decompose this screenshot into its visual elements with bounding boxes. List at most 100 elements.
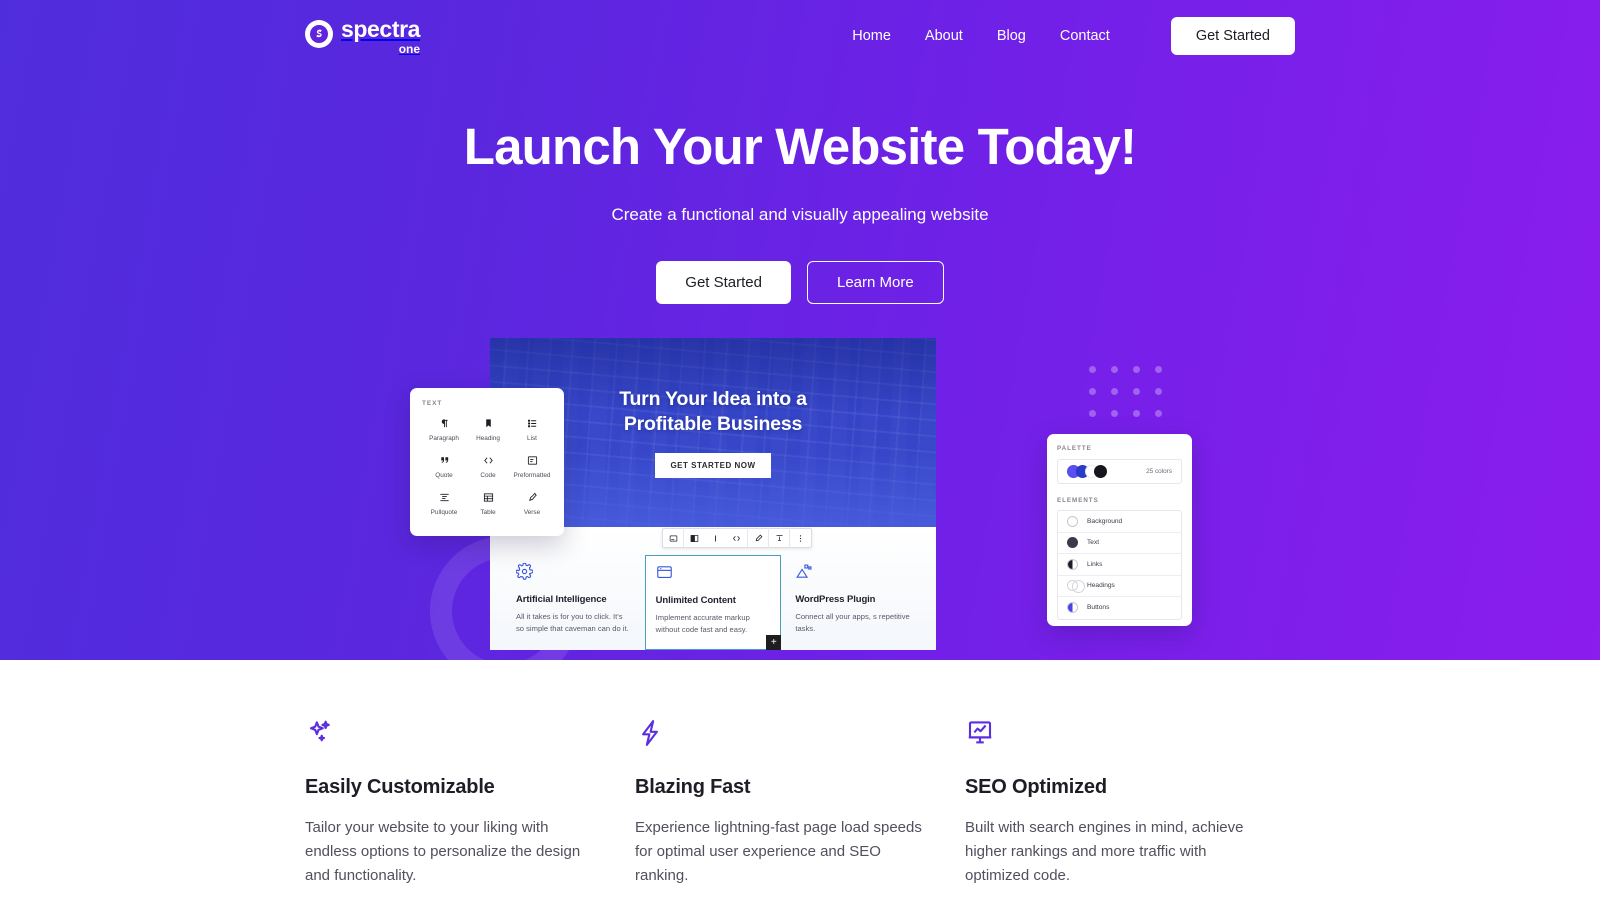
mock-card-text: Implement accurate markup without code f…	[655, 613, 750, 635]
bold-icon[interactable]	[705, 528, 726, 548]
element-row-links[interactable]: Links	[1058, 554, 1181, 576]
palette-heading: PALETTE	[1057, 445, 1092, 452]
hero-subtitle: Create a functional and visually appeali…	[611, 204, 989, 224]
color-swatch-icon	[1067, 558, 1078, 570]
heading-icon	[466, 416, 510, 430]
inserter-item-label: List	[527, 435, 537, 442]
inserter-item-table[interactable]: Table	[466, 490, 510, 516]
mock-card-text: Connect all your apps, s repetitive task…	[795, 612, 910, 634]
top-navigation: spectra one Home About Blog Contact Get …	[0, 0, 1600, 72]
logo-subtext: one	[398, 41, 421, 56]
mock-card-artificial-intelligence[interactable]: Artificial Intelligence All it takes is …	[506, 555, 641, 650]
spectra-s-mark-icon	[305, 19, 333, 48]
feature-easily-customizable: Easily Customizable Tailor your website …	[305, 718, 635, 907]
highlight-icon[interactable]	[769, 528, 790, 548]
block-toolbar	[662, 528, 812, 548]
inserter-item-label: Table	[480, 509, 496, 516]
inserter-item-heading[interactable]: Heading	[466, 416, 510, 442]
feature-text: Tailor your website to your liking with …	[305, 819, 581, 884]
inserter-item-label: Heading	[476, 435, 500, 442]
nav-link-home[interactable]: Home	[835, 20, 908, 52]
nav-link-about[interactable]: About	[908, 20, 980, 52]
verse-icon	[510, 490, 554, 504]
brand-logo[interactable]: spectra one	[305, 17, 421, 56]
pullquote-icon	[422, 490, 466, 504]
nav-link-blog[interactable]: Blog	[980, 20, 1043, 52]
add-block-icon[interactable]: +	[766, 635, 782, 650]
inserter-item-preformatted[interactable]: Preformatted	[510, 453, 554, 479]
nav-get-started-button[interactable]: Get Started	[1170, 17, 1295, 55]
hero-button-group: Get Started Learn More	[0, 260, 1600, 304]
more-options-icon[interactable]	[790, 528, 811, 548]
feature-title: SEO Optimized	[965, 776, 1107, 798]
palette-swatches	[1067, 465, 1107, 478]
list-icon	[510, 416, 554, 430]
inserter-section-heading: TEXT	[422, 400, 443, 407]
feature-blazing-fast: Blazing Fast Experience lightning-fast p…	[635, 718, 965, 907]
inserter-item-label: Quote	[435, 472, 453, 479]
link-icon[interactable]	[748, 528, 769, 548]
element-label: Links	[1087, 560, 1103, 568]
inserter-item-label: Preformatted	[513, 472, 551, 479]
inserter-block-grid: Paragraph Heading List Quote Code Prefor…	[422, 416, 554, 516]
mock-card-title: WordPress Plugin	[795, 594, 876, 605]
mock-card-title: Unlimited Content	[655, 595, 736, 606]
code-icon	[466, 453, 510, 467]
plugin-icon	[795, 563, 910, 585]
feature-title: Blazing Fast	[635, 776, 751, 798]
mock-banner-line-2: Profitable Business	[623, 412, 803, 435]
color-swatch-icon	[1067, 580, 1085, 594]
element-row-buttons[interactable]: Buttons	[1058, 597, 1181, 619]
color-swatch-icon	[1067, 515, 1078, 527]
element-row-background[interactable]: Background	[1058, 511, 1181, 533]
inserter-item-label: Verse	[523, 509, 541, 516]
inserter-item-label: Paragraph	[429, 435, 459, 442]
decorative-dot-grid	[1089, 366, 1177, 432]
mock-banner-line-1: Turn Your Idea into a	[619, 387, 807, 410]
inserter-item-paragraph[interactable]: Paragraph	[422, 416, 466, 442]
color-swatch-icon	[1067, 537, 1078, 549]
block-type-icon[interactable]	[663, 528, 684, 548]
quote-icon	[422, 453, 466, 467]
palette-color-count: 25 colors	[1146, 468, 1172, 475]
mock-banner-heading: Turn Your Idea into a Profitable Busines…	[619, 387, 807, 437]
inserter-item-code[interactable]: Code	[466, 453, 510, 479]
element-row-text[interactable]: Text	[1058, 533, 1181, 554]
hero-learn-more-button[interactable]: Learn More	[807, 260, 944, 304]
element-row-headings[interactable]: Headings	[1058, 576, 1181, 597]
elements-list: Background Text Links Headings Buttons	[1057, 510, 1182, 620]
sparkles-icon	[305, 718, 595, 752]
inserter-item-list[interactable]: List	[510, 416, 554, 442]
elements-heading: ELEMENTS	[1057, 497, 1099, 504]
hero-title: Launch Your Website Today!	[463, 118, 1137, 175]
element-label: Buttons	[1087, 604, 1110, 612]
gear-icon	[515, 562, 631, 585]
preformatted-icon	[510, 453, 554, 467]
inserter-item-pullquote[interactable]: Pullquote	[422, 490, 466, 516]
inserter-item-verse[interactable]: Verse	[510, 490, 554, 516]
chart-presentation-icon	[965, 718, 1255, 752]
mock-card-unlimited-content[interactable]: Unlimited Content Implement accurate mar…	[644, 555, 782, 650]
feature-text: Experience lightning-fast page load spee…	[635, 819, 922, 884]
nav-link-contact[interactable]: Contact	[1043, 20, 1127, 52]
product-mockup: Turn Your Idea into a Profitable Busines…	[410, 338, 1192, 660]
block-format-group	[684, 528, 748, 548]
mock-card-title: Artificial Intelligence	[516, 594, 607, 605]
palette-swatch-row[interactable]: 25 colors	[1057, 459, 1182, 484]
element-label: Background	[1087, 517, 1123, 525]
align-icon[interactable]	[684, 528, 705, 548]
feature-text: Built with search engines in mind, achie…	[965, 819, 1244, 884]
element-label: Headings	[1087, 582, 1115, 590]
feature-title: Easily Customizable	[305, 776, 495, 798]
mock-card-text: All it takes is for you to click. It's s…	[516, 612, 629, 634]
inserter-item-quote[interactable]: Quote	[422, 453, 466, 479]
code-icon[interactable]	[726, 528, 747, 548]
mock-banner-cta-button[interactable]: GET STARTED NOW	[655, 453, 771, 479]
browser-window-icon	[656, 564, 771, 586]
hero-get-started-button[interactable]: Get Started	[656, 260, 791, 304]
inserter-item-label: Code	[480, 472, 496, 479]
mock-card-wordpress-plugin[interactable]: WordPress Plugin Connect all your apps, …	[785, 555, 920, 650]
nav-right-group: Home About Blog Contact Get Started	[835, 17, 1295, 55]
hero-section: spectra one Home About Blog Contact Get …	[0, 0, 1600, 660]
feature-seo-optimized: SEO Optimized Built with search engines …	[965, 718, 1295, 907]
